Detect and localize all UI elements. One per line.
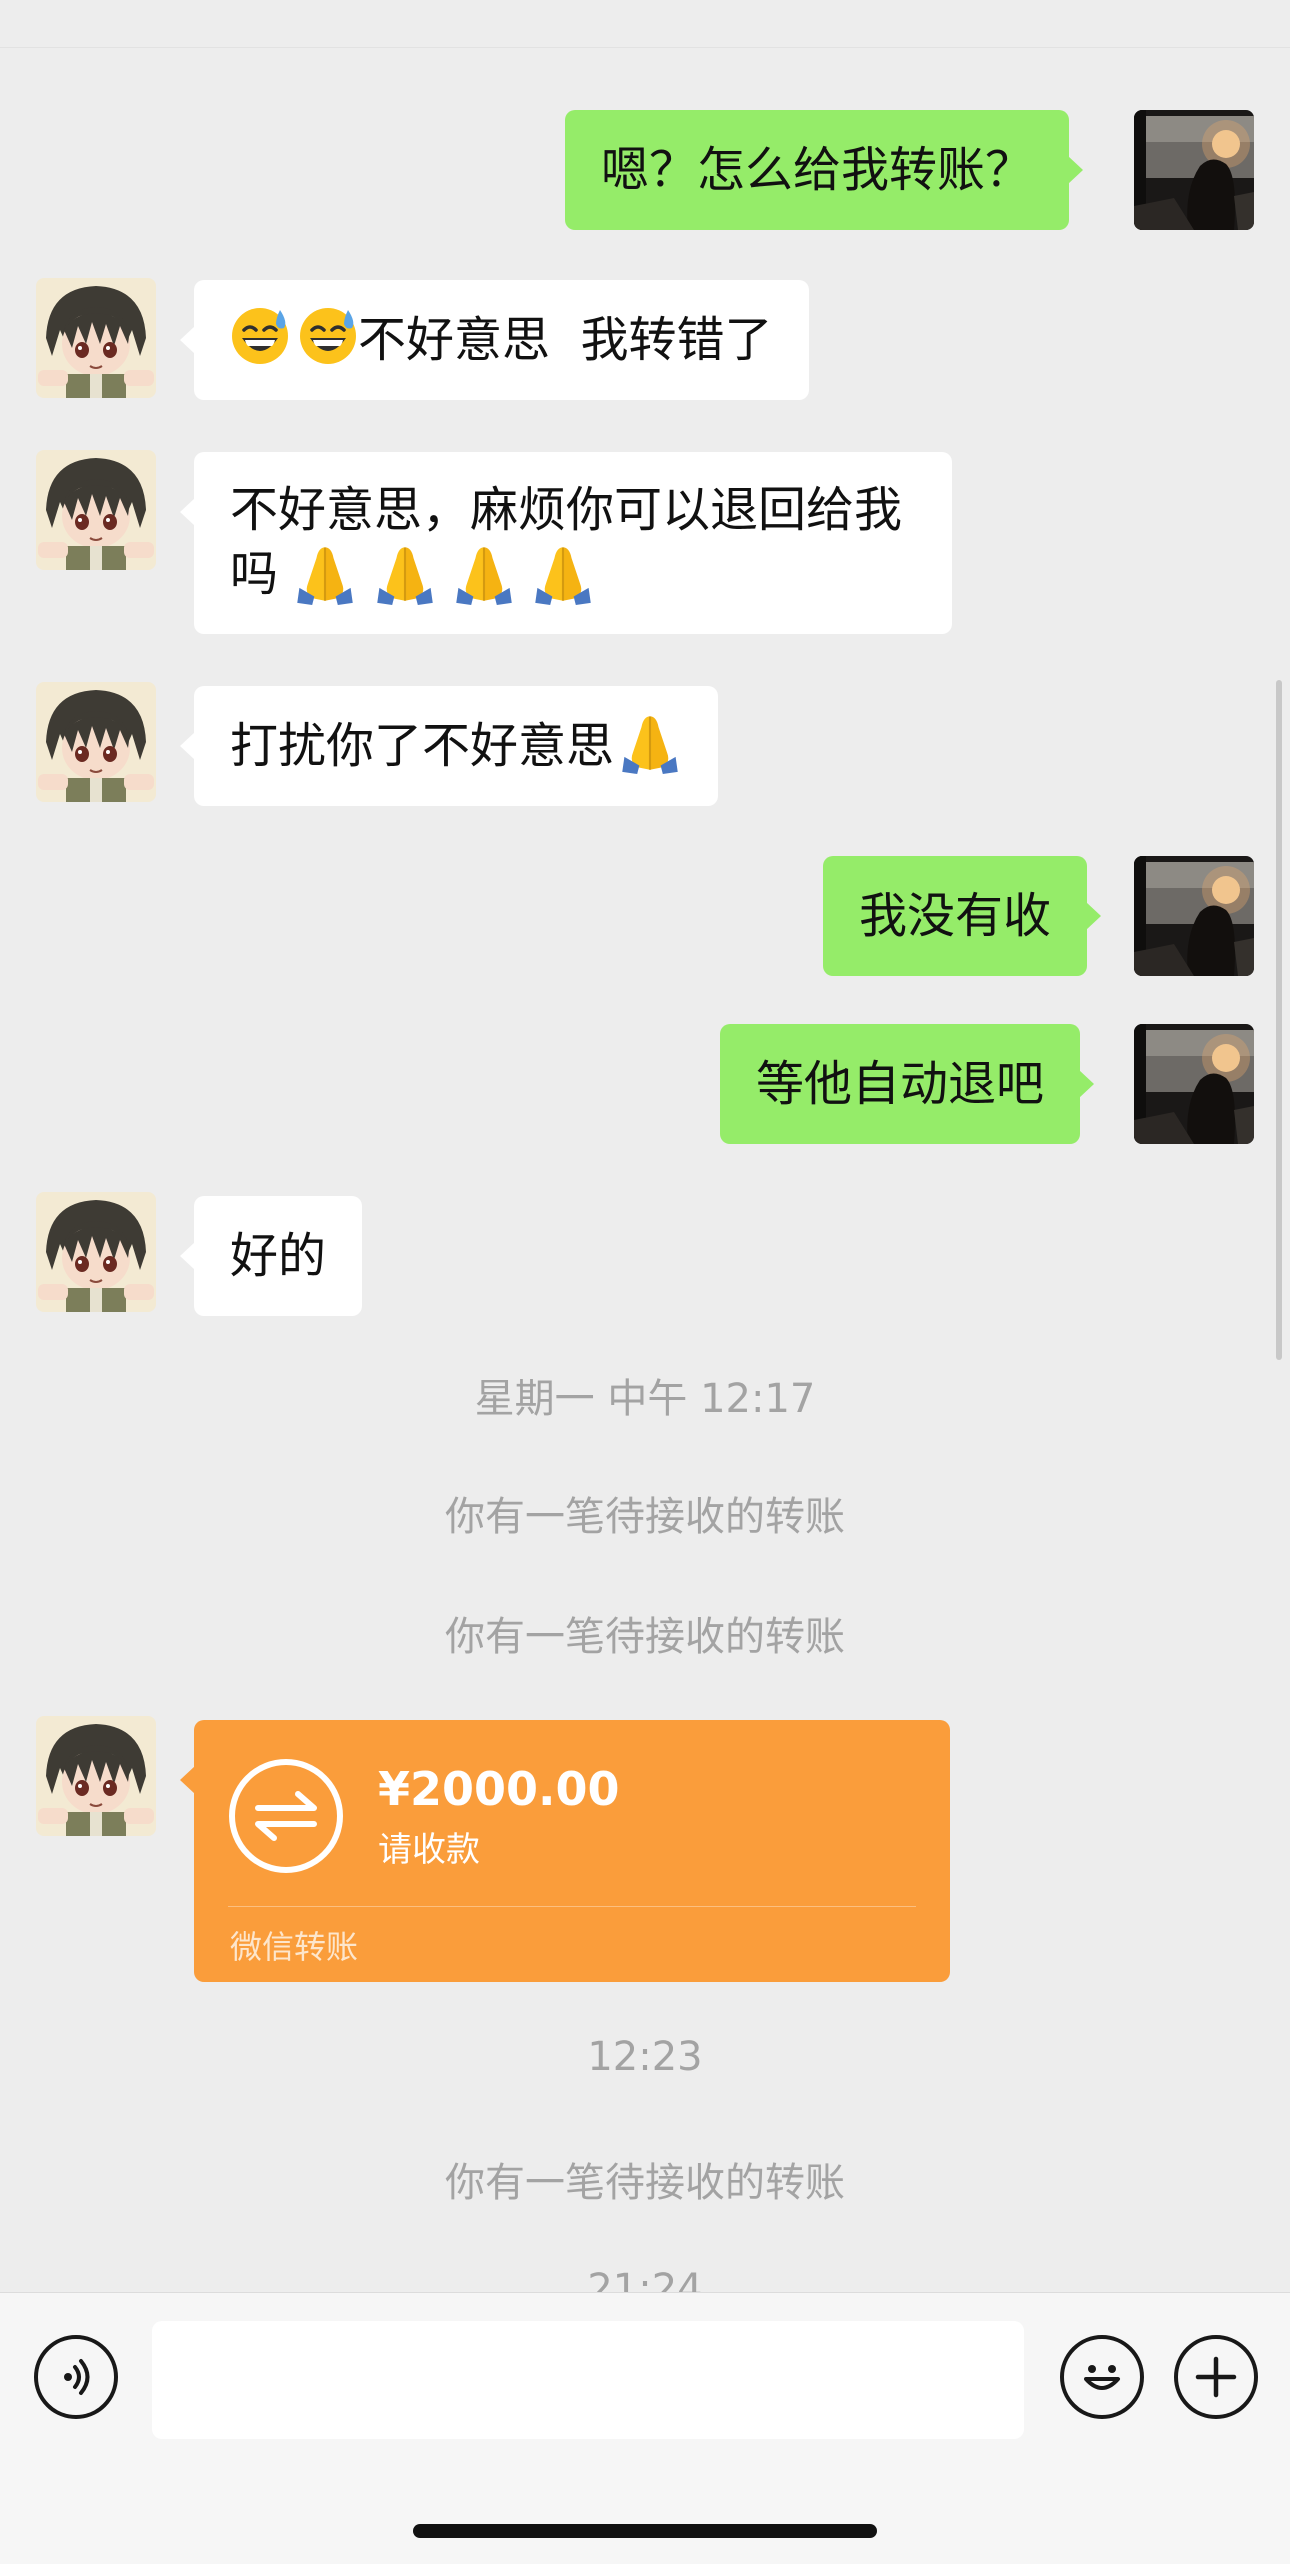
message-bubble-outgoing[interactable]: 我没有收 <box>823 856 1102 976</box>
home-indicator <box>413 2524 877 2538</box>
transfer-card[interactable]: ¥2000.00 请收款 微信转账 <box>180 1720 950 1982</box>
folded-hands-emoji-icon <box>373 541 437 605</box>
message-text: 我没有收 <box>859 888 1052 944</box>
avatar-photo-icon <box>1134 1024 1254 1144</box>
transfer-footer-label: 微信转账 <box>230 1928 359 1966</box>
my-avatar[interactable] <box>1134 856 1254 976</box>
avatar-anime-icon <box>36 1192 156 1312</box>
my-avatar[interactable] <box>1134 1024 1254 1144</box>
transfer-arrows-icon <box>228 1758 344 1874</box>
timestamp: 12:23 <box>587 2034 703 2080</box>
folded-hands-emoji-icon <box>293 541 357 605</box>
avatar-photo-icon <box>1134 110 1254 230</box>
message-text: 好的 <box>230 1228 327 1284</box>
message-bubble-incoming[interactable]: 打扰你了不好意思 <box>179 686 719 806</box>
folded-hands-emoji-icon <box>531 541 595 605</box>
system-notice: 你有一笔待接收的转账 <box>445 2160 845 2206</box>
message-bubble-outgoing[interactable]: 嗯？怎么给我转账？ <box>565 110 1084 230</box>
emoji-button[interactable] <box>1060 2335 1144 2419</box>
avatar-anime-icon <box>36 682 156 802</box>
voice-icon <box>64 2359 90 2395</box>
contact-avatar[interactable] <box>36 1192 156 1312</box>
message-text: 嗯？怎么给我转账？ <box>601 142 1034 198</box>
my-avatar[interactable] <box>1134 110 1254 230</box>
transfer-divider <box>228 1906 916 1907</box>
timestamp: 星期一 中午 12:17 <box>474 1376 816 1422</box>
message-input[interactable] <box>152 2321 1024 2439</box>
transfer-status: 请收款 <box>378 1830 480 1870</box>
grinning-sweat-emoji-icon <box>230 306 290 366</box>
contact-avatar[interactable] <box>36 278 156 398</box>
contact-avatar[interactable] <box>36 682 156 802</box>
message-bubble-incoming[interactable]: 好的 <box>179 1196 363 1316</box>
message-bubble-outgoing[interactable]: 等他自动退吧 <box>720 1024 1095 1144</box>
message-text: 不好意思 我转错了 <box>358 312 773 368</box>
emoji-icon <box>1084 2365 1120 2390</box>
message-text: 等他自动退吧 <box>756 1056 1045 1112</box>
message-bubble-incoming[interactable]: 不好意思，麻烦你可以退回给我吗 <box>180 452 952 634</box>
contact-avatar[interactable] <box>36 1716 156 1836</box>
message-bubble-incoming[interactable]: 不好意思 我转错了 <box>180 280 809 400</box>
voice-button[interactable] <box>34 2335 118 2419</box>
system-notice: 你有一笔待接收的转账 <box>445 1494 845 1540</box>
plus-icon <box>1195 2356 1237 2398</box>
avatar-anime-icon <box>36 1716 156 1836</box>
chat-header <box>0 0 1290 48</box>
message-text: 打扰你了不好意思 <box>230 718 615 774</box>
folded-hands-emoji-icon <box>618 710 682 774</box>
scrollbar[interactable] <box>1276 680 1282 1360</box>
plus-button[interactable] <box>1174 2335 1258 2419</box>
avatar-anime-icon <box>36 278 156 398</box>
folded-hands-emoji-icon <box>452 541 516 605</box>
transfer-amount: ¥2000.00 <box>378 1762 620 1816</box>
avatar-anime-icon <box>36 450 156 570</box>
contact-avatar[interactable] <box>36 450 156 570</box>
grinning-sweat-emoji-icon <box>298 306 358 366</box>
avatar-photo-icon <box>1134 856 1254 976</box>
system-notice: 你有一笔待接收的转账 <box>445 1614 845 1660</box>
